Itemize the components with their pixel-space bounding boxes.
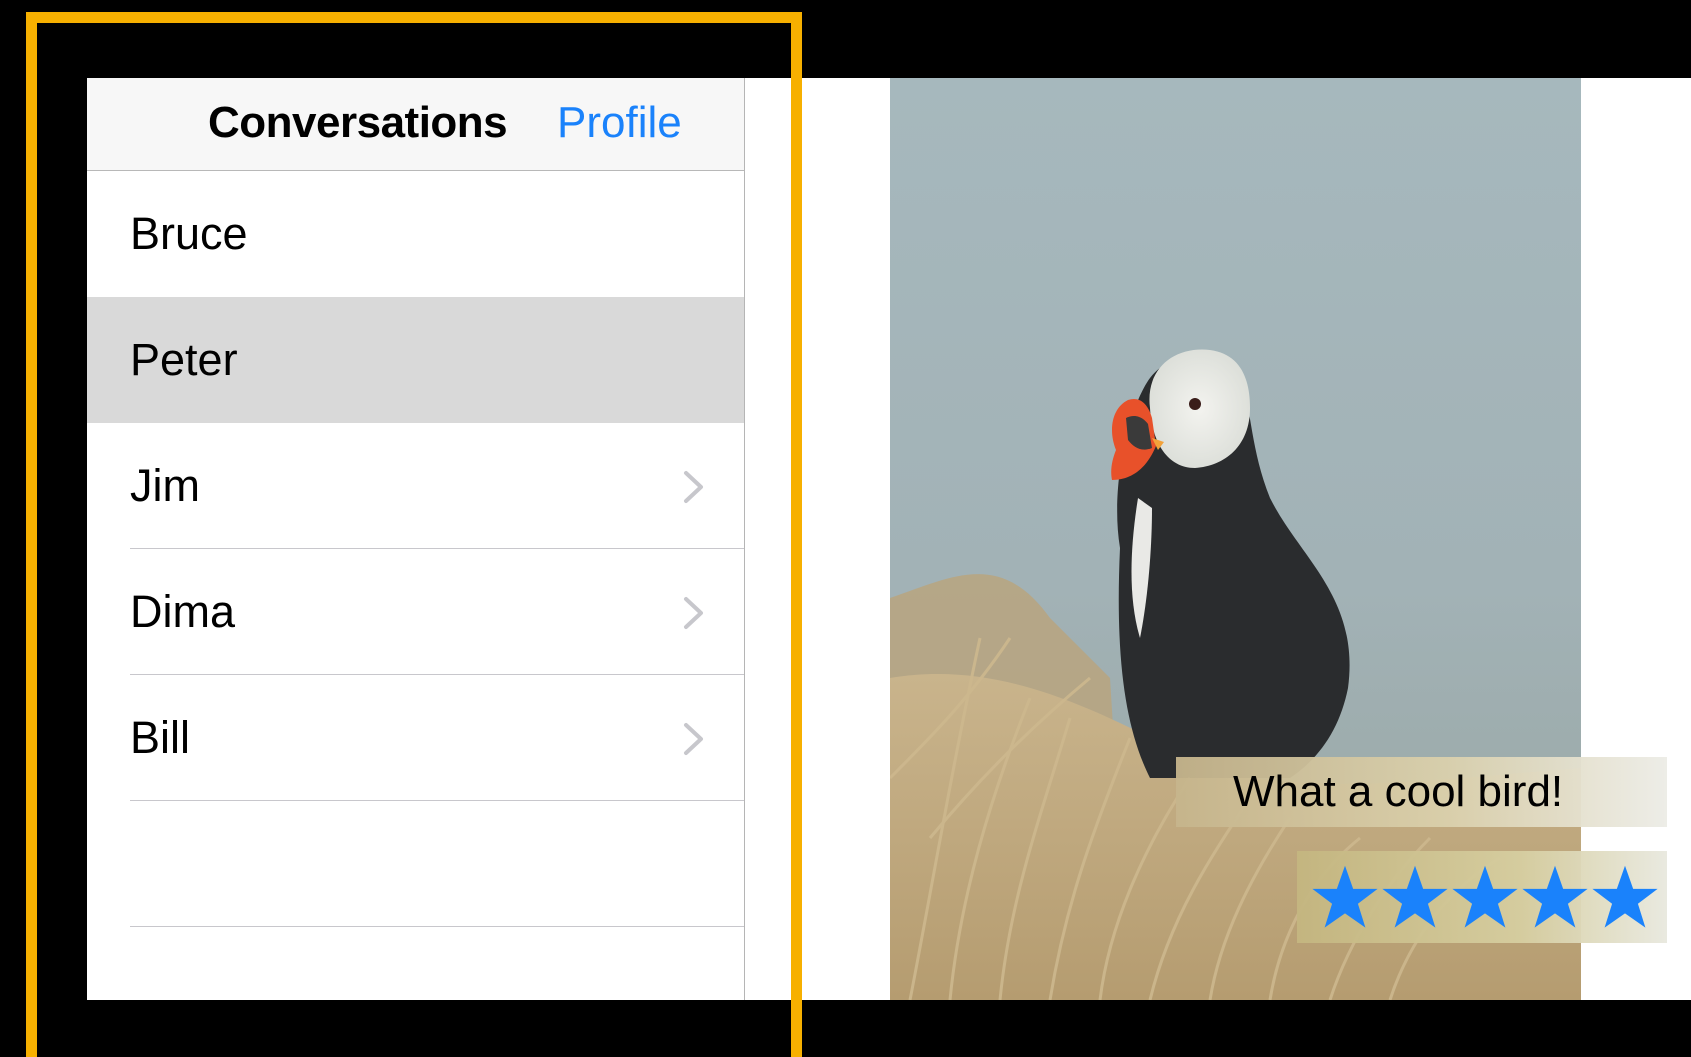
conversation-name: Peter — [130, 334, 238, 385]
conversations-pane: Conversations Profile Bruce Peter Jim Dima B… — [87, 78, 745, 1000]
conversation-name: Jim — [130, 460, 200, 511]
conversation-name: Bruce — [130, 208, 248, 259]
conversation-row[interactable]: Peter — [87, 297, 745, 423]
profile-button[interactable]: Profile — [557, 98, 682, 148]
star-icon[interactable] — [1381, 861, 1449, 933]
chevron-right-icon — [684, 723, 703, 755]
star-icon[interactable] — [1451, 861, 1519, 933]
detail-margin — [745, 78, 790, 1000]
conversation-list: Bruce Peter Jim Dima Bill — [87, 171, 745, 927]
conversation-name: Dima — [130, 586, 236, 637]
rating-box — [1297, 851, 1667, 943]
conversation-row[interactable]: Jim — [87, 423, 745, 549]
star-icon[interactable] — [1521, 861, 1589, 933]
conversation-row[interactable]: Dima — [87, 549, 745, 675]
star-icon[interactable] — [1591, 861, 1659, 933]
row-separator — [130, 926, 745, 927]
nav-title: Conversations — [208, 98, 508, 147]
chevron-right-icon — [684, 471, 703, 503]
detail-background — [790, 78, 890, 1000]
chevron-right-icon — [684, 597, 703, 629]
caption-box: What a cool bird! — [1176, 757, 1667, 827]
conversation-row[interactable]: Bill — [87, 675, 745, 801]
photo-caption: What a cool bird! — [1233, 767, 1564, 816]
star-icon[interactable] — [1311, 861, 1379, 933]
empty-row — [87, 801, 745, 927]
conversation-row[interactable]: Bruce — [87, 171, 745, 297]
star-rating[interactable] — [1311, 861, 1659, 933]
conversation-name: Bill — [130, 712, 191, 763]
navigation-bar: Conversations Profile — [87, 78, 745, 171]
